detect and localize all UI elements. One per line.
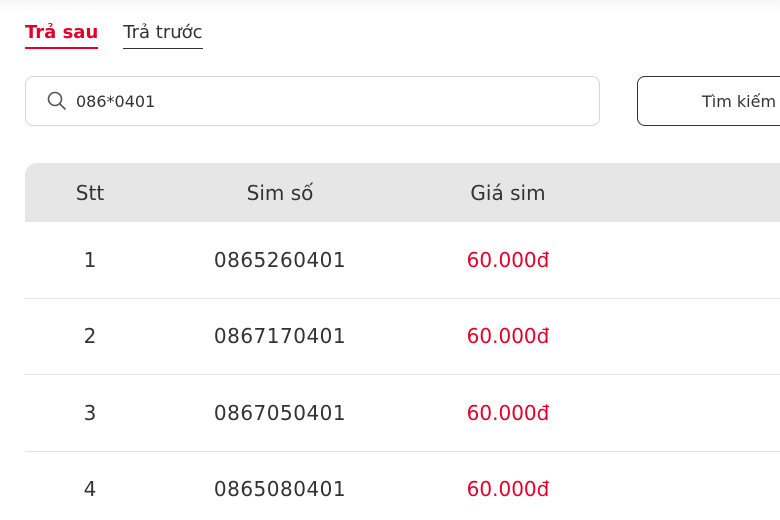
table-row[interactable]: 1 0865260401 60.000đ	[25, 222, 780, 299]
tab-prepaid[interactable]: Trả trước	[123, 20, 203, 49]
row-stt: 1	[83, 247, 97, 272]
row-sim-number: 0865260401	[213, 247, 347, 272]
row-stt: 4	[83, 477, 97, 502]
sim-table: Stt Sim số Giá sim 1 0865260401 60.000đ …	[25, 163, 780, 520]
table-row[interactable]: 2 0867170401 60.000đ	[25, 298, 780, 375]
row-price: 60.000đ	[466, 400, 550, 425]
header-sim-number: Sim số	[246, 180, 314, 205]
table-row[interactable]: 4 0865080401 60.000đ	[25, 451, 780, 520]
table-row[interactable]: 3 0867050401 60.000đ	[25, 375, 780, 452]
sim-search-page: Trả sau Trả trước Tìm kiếm Stt Sim số Gi…	[0, 0, 780, 520]
row-sim-number: 0867170401	[213, 324, 347, 349]
row-sim-number: 0865080401	[213, 477, 347, 502]
row-price: 60.000đ	[466, 477, 550, 502]
header-stt: Stt	[75, 180, 105, 205]
row-stt: 3	[83, 400, 97, 425]
row-stt: 2	[83, 324, 97, 349]
header-price: Giá sim	[470, 180, 546, 205]
search-input[interactable]	[76, 91, 556, 111]
row-price: 60.000đ	[466, 324, 550, 349]
table-header: Stt Sim số Giá sim	[25, 163, 780, 222]
subscription-tabs: Trả sau Trả trước	[25, 20, 203, 49]
search-box[interactable]	[25, 76, 600, 126]
search-icon	[46, 90, 68, 112]
tab-postpaid[interactable]: Trả sau	[25, 20, 99, 49]
row-price: 60.000đ	[466, 247, 550, 272]
search-button[interactable]: Tìm kiếm	[637, 76, 780, 126]
row-sim-number: 0867050401	[213, 400, 347, 425]
